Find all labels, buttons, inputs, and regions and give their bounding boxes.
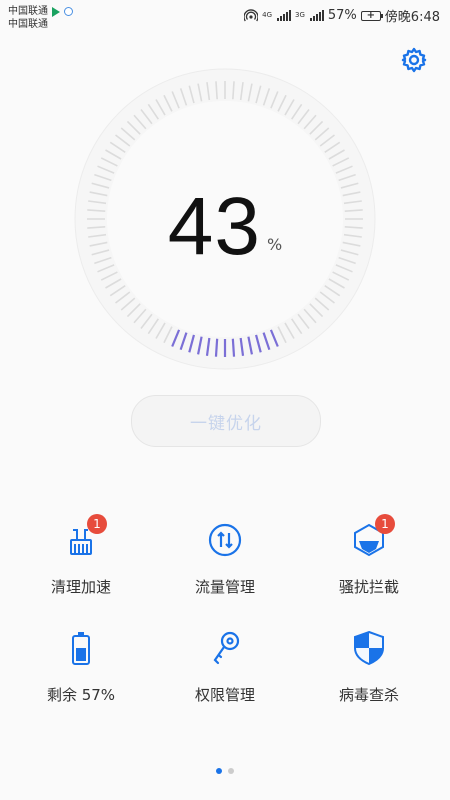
- tile-harassment-block[interactable]: 1 骚扰拦截: [304, 514, 434, 610]
- tile-cleanup[interactable]: 1 清理加速: [16, 514, 146, 610]
- play-store-icon: [52, 6, 60, 17]
- tile-data-traffic[interactable]: 流量管理: [160, 520, 290, 610]
- carrier-2-label: 中国联通: [8, 19, 48, 30]
- page-indicator: [0, 768, 450, 774]
- battery-percent: 57%: [327, 8, 357, 23]
- tile-battery[interactable]: 剩余 57%: [16, 628, 146, 718]
- network-type-2: 3G: [295, 11, 305, 19]
- page-dot-2[interactable]: [228, 768, 234, 774]
- score-display: 43%: [0, 180, 450, 274]
- key-icon: [205, 628, 245, 668]
- cleanup-badge: 1: [87, 514, 107, 534]
- battery-charging-icon: +: [360, 10, 383, 21]
- score-unit: %: [267, 235, 283, 254]
- carrier-1-label: 中国联通: [8, 6, 48, 17]
- tile-virus-scan[interactable]: 病毒查杀: [304, 628, 434, 718]
- tile-data-traffic-label: 流量管理: [194, 578, 255, 596]
- tile-permissions-label: 权限管理: [194, 686, 255, 704]
- tile-permissions[interactable]: 权限管理: [160, 628, 290, 718]
- health-score: 43: [167, 181, 261, 272]
- gauge-tick-active: [214, 338, 219, 357]
- hotspot-icon: [244, 8, 259, 21]
- settings-button[interactable]: [400, 46, 428, 74]
- traffic-icon: [205, 520, 245, 560]
- battery-icon: [61, 628, 101, 668]
- shield-block-icon: 1: [349, 514, 395, 560]
- tile-virus-scan-label: 病毒查杀: [338, 686, 399, 704]
- shield-icon: [349, 628, 389, 668]
- signal-1-icon: [277, 10, 291, 21]
- tile-battery-label: 剩余 57%: [46, 686, 116, 704]
- block-badge: 1: [375, 514, 395, 534]
- status-indicators: 4G 3G 57% + 傍晚6:48: [244, 6, 440, 25]
- network-type-1: 4G: [262, 11, 272, 19]
- browser-icon: [64, 7, 73, 16]
- one-click-optimize-button[interactable]: 一键优化: [131, 395, 321, 447]
- signal-2-icon: [309, 10, 324, 21]
- status-bar: 中国联通 中国联通 4G 3G 57% + 傍晚6:48: [0, 0, 450, 34]
- clock: 傍晚6:48: [384, 10, 440, 25]
- page-dot-1[interactable]: [216, 768, 222, 774]
- gear-icon: [401, 47, 427, 73]
- tile-cleanup-label: 清理加速: [50, 578, 111, 596]
- gauge-tick-active: [231, 338, 236, 357]
- tile-harassment-block-label: 骚扰拦截: [338, 578, 399, 596]
- broom-icon: 1: [61, 514, 107, 560]
- carrier-info: 中国联通 中国联通: [8, 5, 73, 31]
